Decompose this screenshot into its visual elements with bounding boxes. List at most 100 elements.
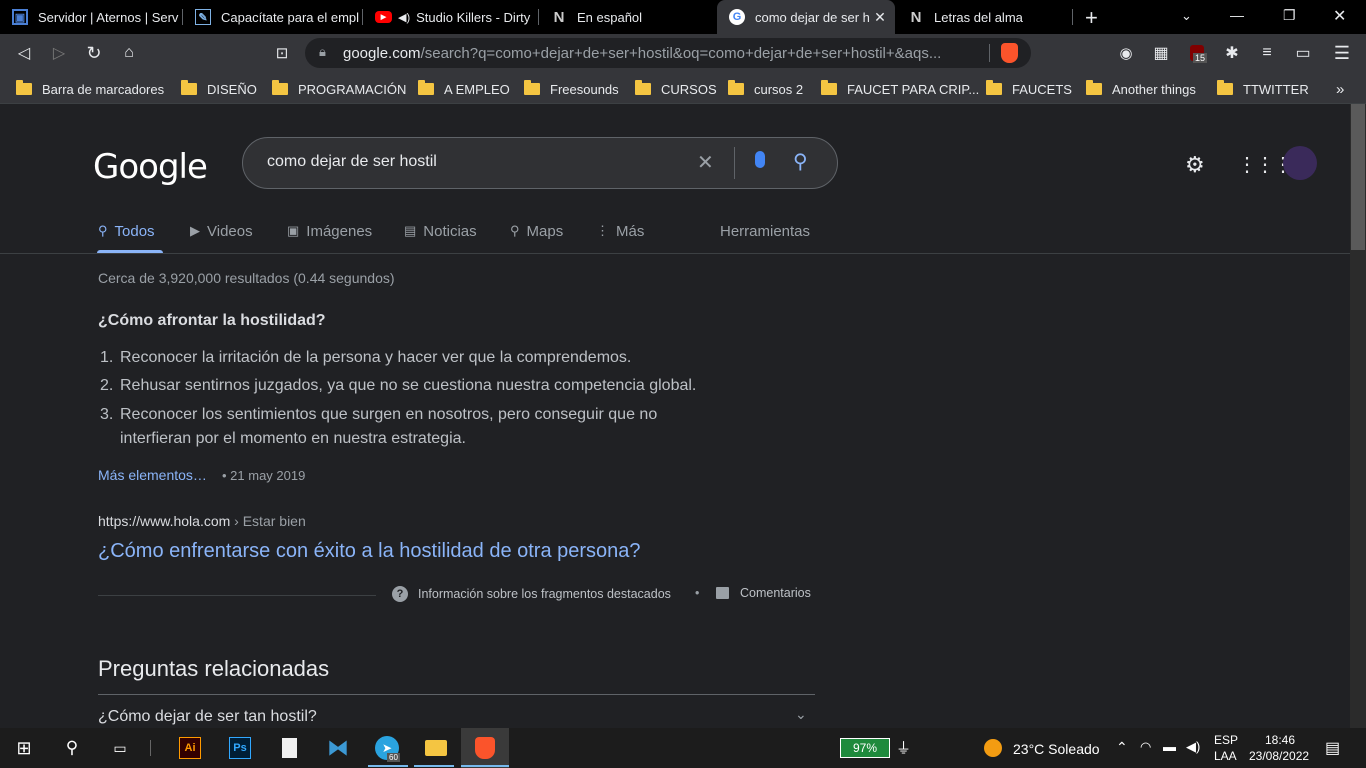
running-indicator: [461, 765, 509, 767]
bookmark-folder[interactable]: TTWITTER: [1217, 80, 1309, 98]
google-results-page: Google como dejar de ser hostil ✕ ⚲ ⚙ ⋮⋮…: [0, 104, 1366, 728]
search-query[interactable]: como dejar de ser hostil: [267, 153, 437, 171]
illustrator-icon[interactable]: Ai: [179, 737, 201, 759]
language-indicator[interactable]: ESP: [1214, 733, 1238, 747]
chevron-down-icon[interactable]: ⌄: [795, 706, 807, 723]
folder-icon: [821, 80, 837, 95]
tab-mas[interactable]: ⋮ Más: [596, 221, 644, 241]
running-indicator: [414, 765, 454, 767]
google-logo[interactable]: Google: [93, 147, 208, 187]
restore-icon[interactable]: ❐: [1283, 7, 1296, 24]
tab-imagenes[interactable]: ▣ Imágenes: [287, 221, 372, 241]
tray-chevron-up-icon[interactable]: ⌃: [1116, 739, 1128, 756]
back-icon[interactable]: ◁: [10, 39, 38, 67]
feedback-icon: [716, 587, 729, 599]
close-window-icon[interactable]: ✕: [1333, 6, 1346, 26]
nf-icon: N: [553, 8, 565, 26]
tab-capacitate[interactable]: ✎ Capacítate para el empl: [183, 0, 361, 34]
tab-aternos[interactable]: ▣ Servidor | Aternos | Serv: [0, 0, 181, 34]
result-source-url[interactable]: https://www.hola.com › Estar bien: [98, 513, 306, 529]
bookmark-folder[interactable]: Freesounds: [524, 80, 619, 98]
bookmark-folder[interactable]: FAUCETS: [986, 80, 1072, 98]
tab-en-espanol[interactable]: N En español: [539, 0, 716, 34]
weather-text[interactable]: 23°C Soleado: [1013, 741, 1100, 757]
tab-letras-del-alma[interactable]: N Letras del alma: [896, 0, 1072, 34]
clock-date[interactable]: 23/08/2022: [1249, 749, 1309, 763]
url-text[interactable]: google.com/search?q=como+dejar+de+ser+ho…: [343, 45, 941, 62]
search-divider: [734, 147, 735, 179]
notifications-icon[interactable]: ▤: [1325, 738, 1340, 758]
volume-icon[interactable]: ◀): [1186, 739, 1200, 755]
feedback-button[interactable]: Comentarios: [716, 586, 811, 600]
scrollbar-thumb[interactable]: [1351, 104, 1365, 250]
bookmark-folder[interactable]: A EMPLEO: [418, 80, 510, 98]
address-bar[interactable]: 🔒︎ google.com/search?q=como+dejar+de+ser…: [305, 38, 1031, 68]
brave-icon[interactable]: [475, 737, 495, 759]
home-icon[interactable]: ⌂: [115, 39, 143, 67]
clock-time[interactable]: 18:46: [1265, 733, 1295, 747]
battery-icon[interactable]: ▬: [1163, 739, 1176, 754]
keyboard-layout[interactable]: LAA: [1214, 749, 1237, 763]
folder-icon: [524, 80, 540, 95]
search-box[interactable]: como dejar de ser hostil ✕ ⚲: [242, 137, 838, 189]
minimize-icon[interactable]: —: [1230, 7, 1244, 23]
extensions-puzzle-icon[interactable]: ✱: [1218, 39, 1246, 67]
tab-studio-killers[interactable]: ▶ ◀) Studio Killers - Dirty: [363, 0, 537, 34]
battery-meter[interactable]: 97%: [840, 738, 890, 758]
tab-maps[interactable]: ⚲ Maps: [510, 221, 563, 241]
wallet-icon[interactable]: ▭: [1289, 39, 1317, 67]
tab-search-chevron-icon[interactable]: ⌄: [1181, 8, 1192, 24]
brave-shields-icon[interactable]: [1001, 43, 1018, 63]
vscode-icon[interactable]: ⧓: [324, 734, 352, 762]
bookmarks-overflow-button[interactable]: »: [1336, 80, 1344, 98]
search-icon[interactable]: ⚲: [58, 734, 86, 762]
microphone-icon[interactable]: [755, 151, 765, 168]
plug-icon: ⏚: [896, 740, 912, 757]
close-tab-icon[interactable]: ✕: [871, 9, 889, 26]
audio-playing-icon[interactable]: ◀): [398, 11, 410, 24]
more-items-link[interactable]: Más elementos…: [98, 467, 207, 483]
search-icon[interactable]: ⚲: [793, 149, 808, 174]
map-pin-icon: ⚲: [510, 223, 520, 238]
media-playlist-icon[interactable]: ≡: [1253, 39, 1281, 67]
forward-icon[interactable]: ▷: [45, 39, 73, 67]
bookmark-folder[interactable]: cursos 2: [728, 80, 803, 98]
folder-icon: [986, 80, 1002, 95]
tab-todos[interactable]: ⚲ Todos: [98, 221, 155, 241]
result-title-link[interactable]: ¿Cómo enfrentarse con éxito a la hostili…: [98, 540, 641, 563]
ublock-icon[interactable]: 15: [1183, 39, 1211, 67]
avatar[interactable]: [1283, 146, 1317, 180]
related-question[interactable]: ¿Cómo dejar de ser tan hostil?: [98, 708, 317, 726]
bookmark-folder[interactable]: DISEÑO: [181, 80, 257, 98]
new-tab-icon[interactable]: +: [1085, 5, 1098, 31]
file-explorer-icon[interactable]: [425, 740, 447, 756]
tab-videos[interactable]: ▶ Videos: [190, 221, 253, 241]
menu-icon[interactable]: ☰: [1328, 39, 1356, 67]
folder-icon: [181, 80, 197, 95]
qr-extension-icon[interactable]: ▦: [1147, 39, 1175, 67]
bookmark-folder[interactable]: PROGRAMACIÓN: [272, 80, 406, 98]
sun-icon[interactable]: [984, 739, 1002, 757]
bookmark-folder[interactable]: Another things: [1086, 80, 1196, 98]
reload-icon[interactable]: ↻: [80, 39, 108, 67]
task-view-icon[interactable]: ▭: [106, 734, 134, 762]
tools-button[interactable]: Herramientas: [720, 221, 810, 241]
bookmark-folder[interactable]: Barra de marcadores: [16, 80, 164, 98]
wifi-icon[interactable]: ◠: [1140, 739, 1151, 755]
bookmark-folder[interactable]: CURSOS: [635, 80, 717, 98]
tab-google-search[interactable]: G como dejar de ser h ✕: [717, 0, 895, 34]
photoshop-icon[interactable]: Ps: [229, 737, 251, 759]
aternos-icon: ▣: [12, 9, 28, 25]
snippet-info-button[interactable]: ? Información sobre los fragmentos desta…: [392, 586, 671, 602]
file-icon[interactable]: [281, 738, 297, 758]
google-icon: G: [729, 9, 745, 25]
windows-start-icon[interactable]: ⊞: [10, 734, 38, 762]
settings-gear-icon[interactable]: ⚙: [1185, 152, 1205, 178]
clear-icon[interactable]: ✕: [697, 150, 714, 175]
bookmark-folder[interactable]: FAUCET PARA CRIP...: [821, 80, 979, 98]
tab-noticias[interactable]: ▤ Noticias: [404, 221, 477, 241]
lock-icon[interactable]: 🔒︎: [319, 44, 326, 60]
edit-icon: ✎: [195, 9, 211, 25]
extension-spy-icon[interactable]: ◉: [1112, 39, 1140, 67]
bookmark-icon[interactable]: ⊡: [268, 39, 296, 67]
